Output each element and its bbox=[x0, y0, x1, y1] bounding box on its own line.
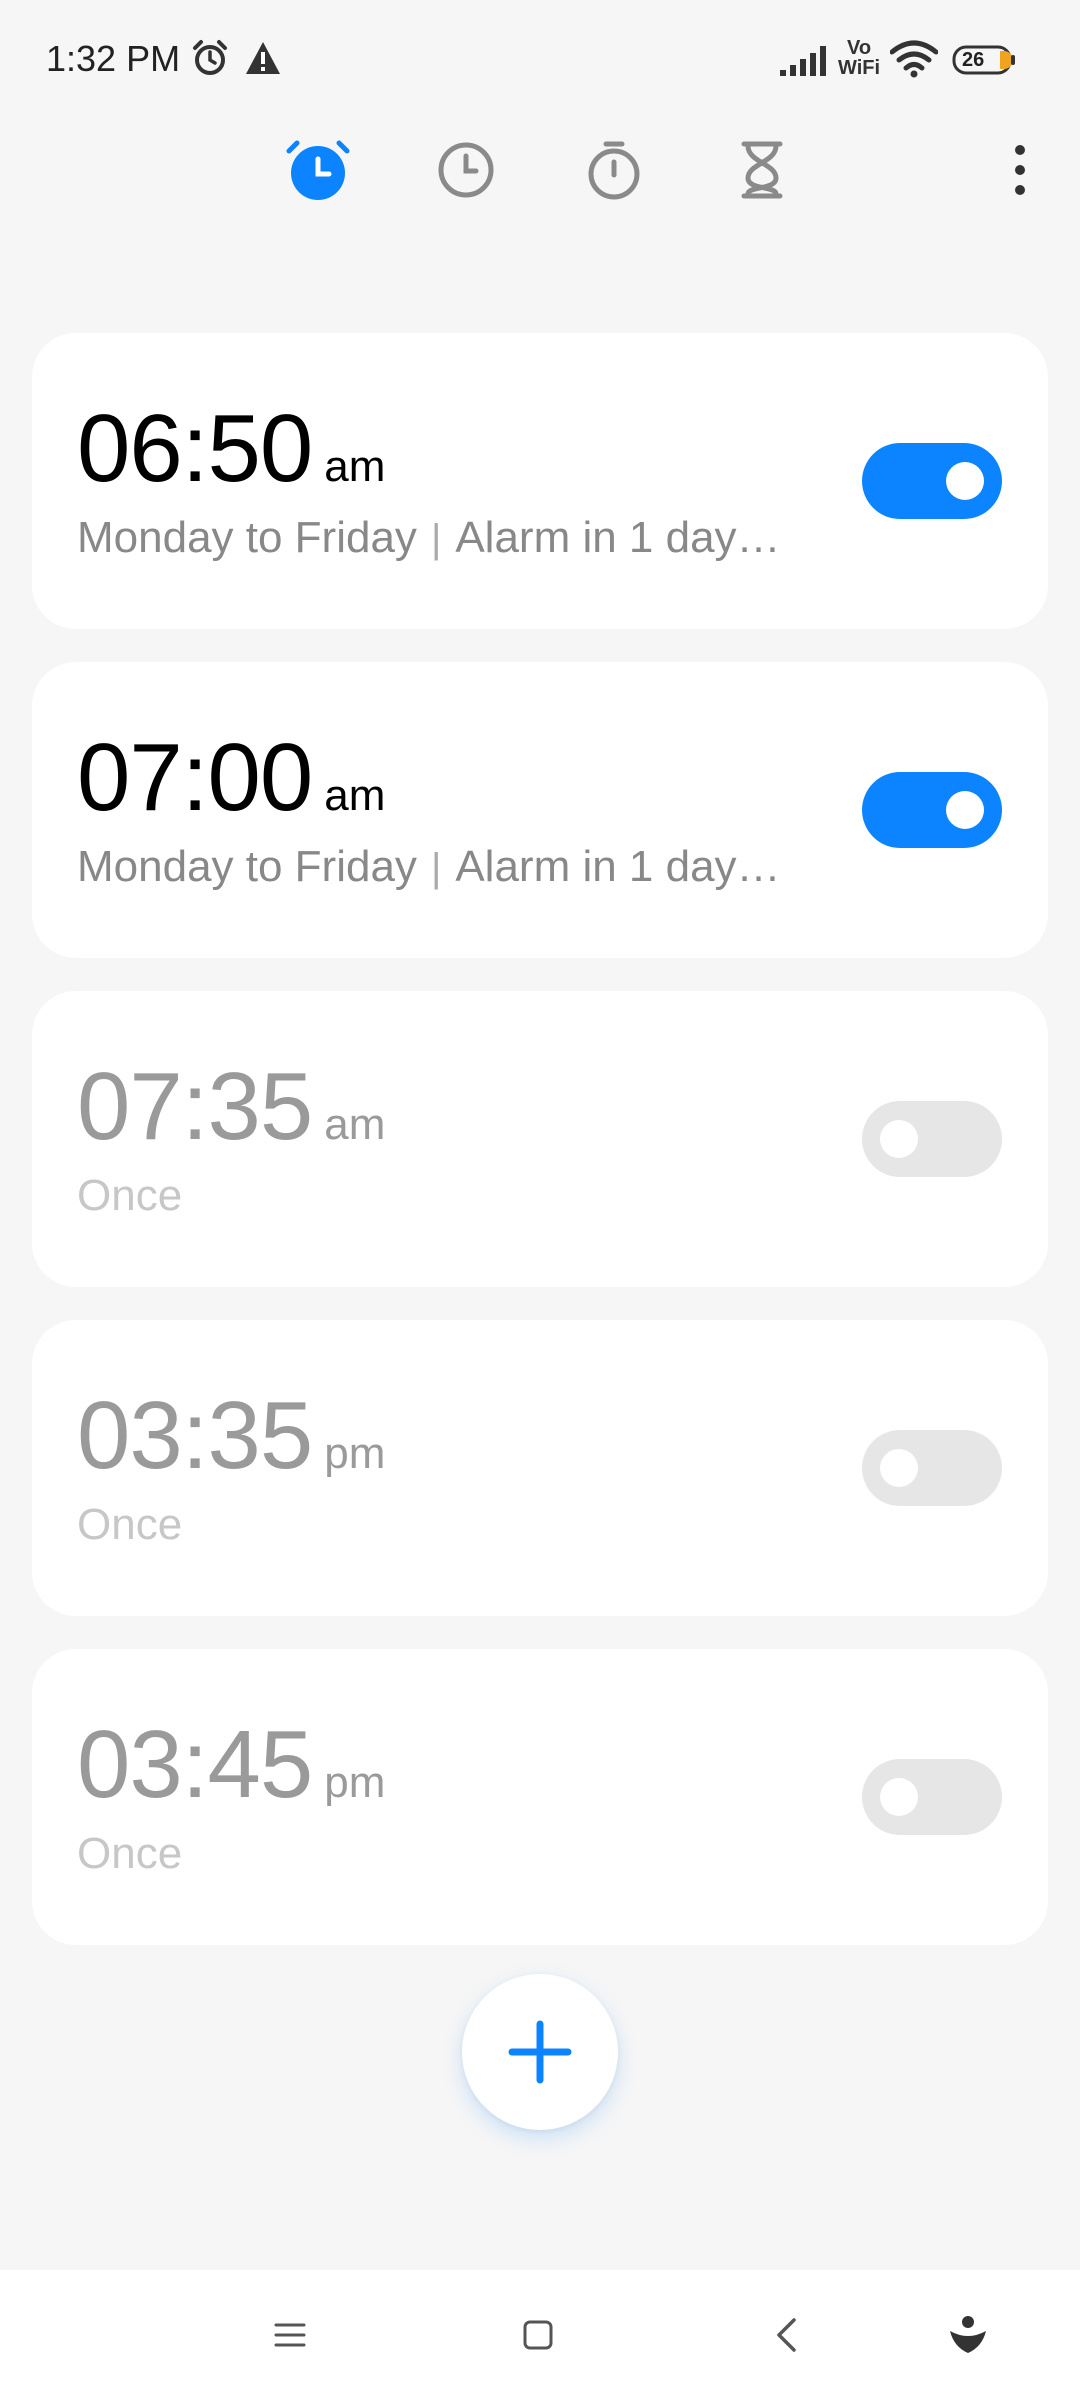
add-alarm-button[interactable] bbox=[462, 1974, 618, 2130]
alarm-card[interactable]: 06:50 am Monday to Friday | Alarm in 1 day… bbox=[32, 333, 1048, 629]
alarm-icon bbox=[190, 38, 230, 83]
alarm-repeat: Monday to Friday bbox=[77, 842, 417, 891]
back-button[interactable] bbox=[746, 2295, 826, 2375]
alarm-toggle[interactable] bbox=[862, 1430, 1002, 1506]
alarm-description: Monday to Friday | Alarm in 1 day… bbox=[77, 842, 781, 892]
toggle-knob bbox=[880, 1120, 918, 1158]
stopwatch-icon bbox=[588, 141, 640, 200]
menu-icon bbox=[274, 2323, 306, 2347]
alarm-time: 07:00 am bbox=[77, 724, 386, 831]
toggle-knob bbox=[880, 1449, 918, 1487]
alarm-card[interactable]: 07:00 am Monday to Friday | Alarm in 1 day… bbox=[32, 662, 1048, 958]
tab-world-clock[interactable] bbox=[426, 130, 506, 210]
alarm-toggle[interactable] bbox=[862, 772, 1002, 848]
home-button[interactable] bbox=[498, 2295, 578, 2375]
toggle-knob bbox=[880, 1778, 918, 1816]
vowifi-icon: Vo WiFi bbox=[838, 37, 881, 79]
alarm-time: 06:50 am bbox=[77, 395, 386, 502]
alarm-toggle[interactable] bbox=[862, 1759, 1002, 1835]
signal-icon bbox=[780, 46, 832, 81]
alarm-repeat: Once bbox=[77, 1500, 183, 1549]
clock-tabs bbox=[0, 120, 1080, 220]
plus-icon bbox=[508, 2020, 572, 2084]
alarm-description: Once bbox=[77, 1829, 182, 1879]
alarm-toggle[interactable] bbox=[862, 443, 1002, 519]
alarm-toggle[interactable] bbox=[862, 1101, 1002, 1177]
alarm-repeat: Once bbox=[77, 1171, 183, 1220]
toggle-knob bbox=[946, 791, 984, 829]
alarm-time: 07:35 am bbox=[77, 1053, 386, 1160]
alarm-time: 03:45 pm bbox=[77, 1711, 386, 1818]
toggle-knob bbox=[946, 462, 984, 500]
assistant-icon bbox=[950, 2316, 986, 2353]
assistant-button[interactable] bbox=[928, 2295, 1008, 2375]
battery-icon: 26 bbox=[952, 45, 1016, 82]
alarm-description: Once bbox=[77, 1500, 182, 1550]
more-vertical-icon bbox=[1015, 145, 1025, 195]
status-time: 1:32 PM bbox=[46, 38, 181, 79]
clock-icon bbox=[438, 142, 494, 198]
alarm-clock-icon bbox=[286, 140, 350, 200]
alarm-time: 03:35 pm bbox=[77, 1382, 386, 1489]
status-bar: 1:32 PM Vo WiFi 26 bbox=[0, 0, 1080, 120]
more-options-button[interactable] bbox=[980, 130, 1060, 210]
alarm-repeat: Once bbox=[77, 1829, 183, 1878]
home-icon bbox=[523, 2320, 553, 2350]
alarm-repeat: Monday to Friday bbox=[77, 513, 417, 562]
separator: | bbox=[430, 517, 442, 561]
alarm-next: Alarm in 1 day… bbox=[455, 842, 781, 891]
back-icon bbox=[777, 2318, 796, 2352]
warning-icon bbox=[244, 40, 282, 81]
alarm-card[interactable]: 03:45 pm Once bbox=[32, 1649, 1048, 1945]
separator: | bbox=[430, 846, 442, 890]
alarm-next: Alarm in 1 day… bbox=[455, 513, 781, 562]
navigation-bar bbox=[0, 2270, 1080, 2400]
alarm-description: Monday to Friday | Alarm in 1 day… bbox=[77, 513, 781, 563]
alarm-card[interactable]: 07:35 am Once bbox=[32, 991, 1048, 1287]
alarm-list: 06:50 am Monday to Friday | Alarm in 1 day…… bbox=[32, 333, 1048, 1978]
recent-apps-button[interactable] bbox=[250, 2295, 330, 2375]
tab-timer[interactable] bbox=[722, 130, 802, 210]
hourglass-icon bbox=[741, 141, 783, 199]
battery-level: 26 bbox=[962, 49, 985, 71]
wifi-icon bbox=[889, 40, 939, 83]
alarm-description: Once bbox=[77, 1171, 182, 1221]
tab-alarm[interactable] bbox=[278, 130, 358, 210]
alarm-card[interactable]: 03:35 pm Once bbox=[32, 1320, 1048, 1616]
tab-stopwatch[interactable] bbox=[574, 130, 654, 210]
